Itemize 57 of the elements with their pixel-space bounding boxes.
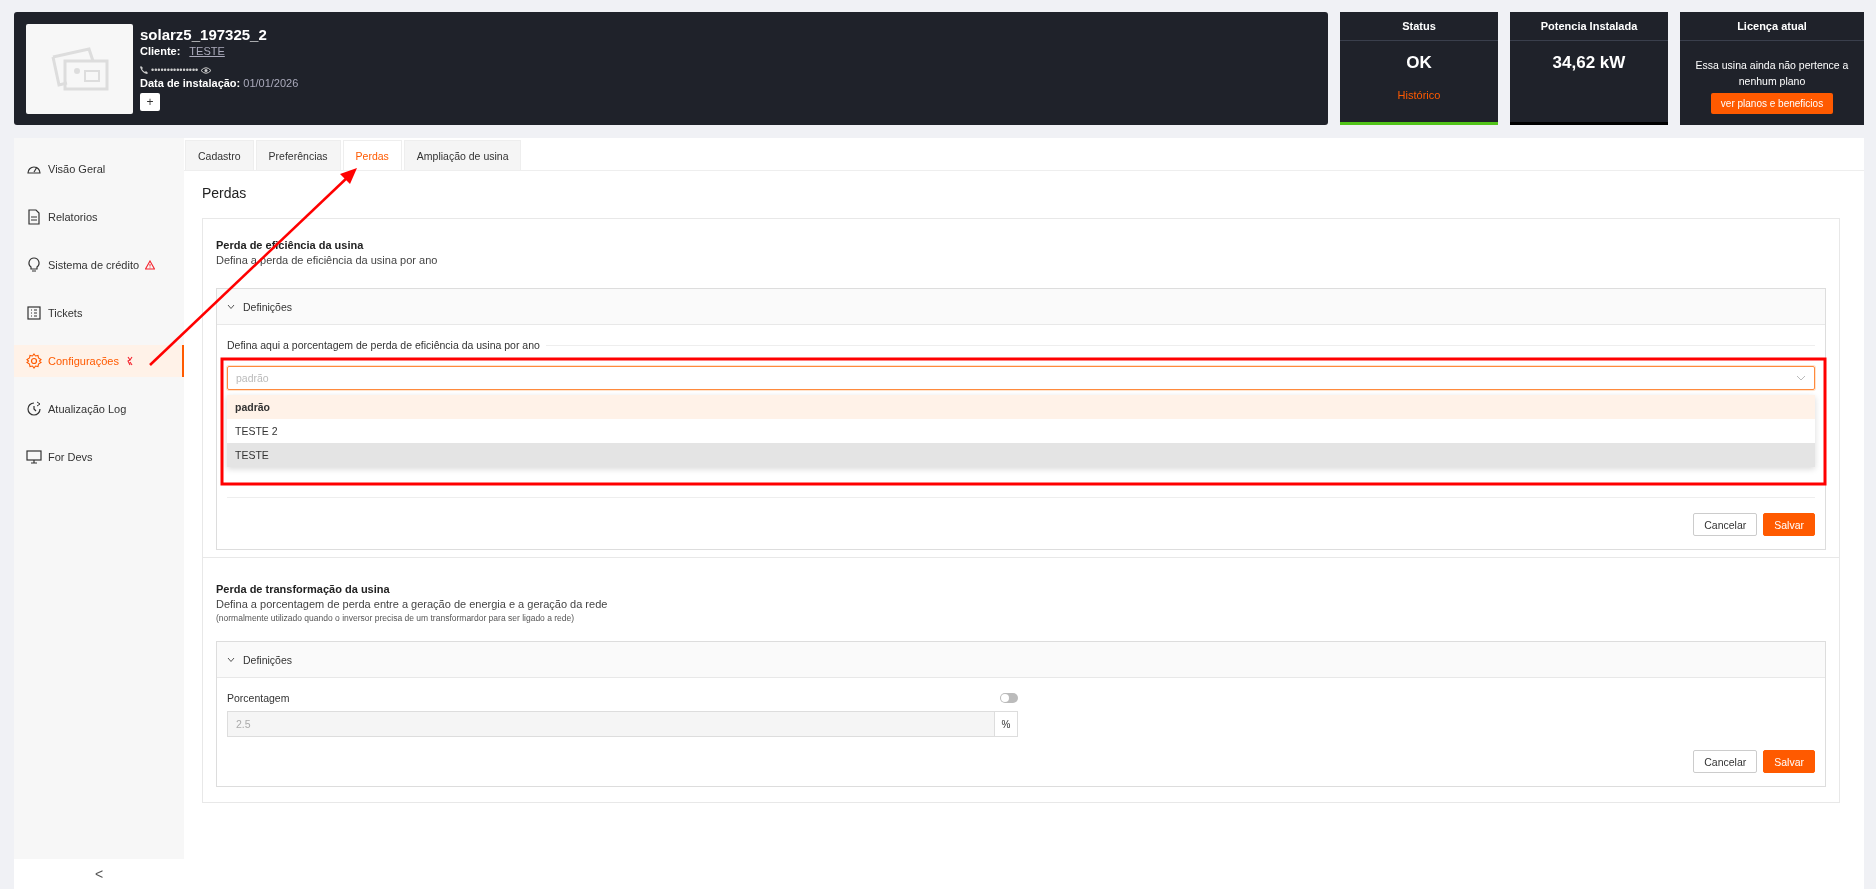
dropdown-option[interactable]: TESTE 2 — [227, 419, 1815, 443]
cancel-button[interactable]: Cancelar — [1693, 750, 1758, 773]
card-title: Potencia Instalada — [1510, 12, 1668, 41]
chevron-down-icon — [227, 302, 235, 311]
sidebar-item[interactable]: Tickets — [14, 297, 184, 329]
gear-icon — [26, 353, 42, 369]
sidebar-item[interactable]: Sistema de crédito — [14, 249, 184, 281]
sidebar-label: Relatorios — [48, 211, 98, 223]
tab[interactable]: Cadastro — [185, 140, 254, 170]
sidebar-item[interactable]: Visão Geral — [14, 153, 184, 185]
tab[interactable]: Preferências — [255, 140, 341, 170]
eye-icon[interactable] — [201, 66, 212, 74]
client-label: Cliente: — [140, 45, 181, 57]
warning-icon — [145, 260, 156, 270]
client-link[interactable]: TESTE — [189, 45, 225, 57]
masked-phone: ••••••••••••••• — [151, 65, 199, 75]
section-description: Defina a porcentagem de perda entre a geração de energia e a geração da rede — [216, 598, 609, 610]
history-link[interactable]: Histórico — [1397, 89, 1441, 101]
sidebar-label: Sistema de crédito — [48, 259, 140, 271]
list-icon — [26, 305, 42, 321]
dropdown-option[interactable]: TESTE — [227, 443, 1815, 467]
status-value: OK — [1406, 53, 1432, 73]
chevron-down-icon — [227, 655, 235, 664]
section-title: Perda de transformação da usina — [216, 583, 391, 595]
document-icon — [26, 209, 42, 225]
monitor-icon — [26, 449, 42, 465]
panel-header[interactable]: Definições — [217, 289, 1825, 325]
install-date-label: Data de instalação: — [140, 77, 241, 89]
field-legend: Defina aqui a porcentagem de perda de eficiência da usina por ano — [227, 338, 540, 352]
sidebar-label: Configurações — [48, 355, 119, 367]
field-label: Porcentagem — [227, 691, 290, 705]
dropdown-option[interactable]: padrão — [227, 395, 1815, 419]
sidebar-label: For Devs — [48, 451, 93, 463]
panel-title: Definições — [243, 300, 293, 313]
lightbulb-icon — [26, 257, 42, 273]
sidebar-item[interactable]: For Devs — [14, 441, 184, 473]
collapse-button[interactable]: < — [14, 859, 184, 889]
clock-icon — [26, 401, 42, 417]
plant-name: solarz5_197325_2 — [140, 26, 268, 43]
sidebar-label: Visão Geral — [48, 163, 106, 175]
sidebar-item[interactable]: Relatorios — [14, 201, 184, 233]
sidebar-item[interactable]: Atualização Log — [14, 393, 184, 425]
cancel-button[interactable]: Cancelar — [1693, 513, 1758, 536]
panel-title: Definições — [243, 653, 293, 666]
sidebar-label: Atualização Log — [48, 403, 127, 415]
tab[interactable]: Ampliação de usina — [403, 140, 522, 170]
card-title: Licença atual — [1680, 12, 1864, 41]
install-date: 01/01/2026 — [243, 77, 299, 89]
page-title: Perdas — [202, 185, 248, 201]
power-value: 34,62 kW — [1552, 53, 1626, 73]
card-title: Status — [1340, 12, 1498, 41]
sidebar-label: Tickets — [48, 307, 83, 319]
phone-icon — [140, 66, 148, 74]
section-note: (normalmente utilizado quando o inversor precisa de um transformardor para ser ligado a rede) — [216, 613, 576, 623]
chevron-down-icon — [1796, 375, 1806, 381]
license-text: Essa usina ainda não pertence a nenhum plano — [1694, 58, 1850, 89]
add-button[interactable]: + — [140, 93, 160, 111]
